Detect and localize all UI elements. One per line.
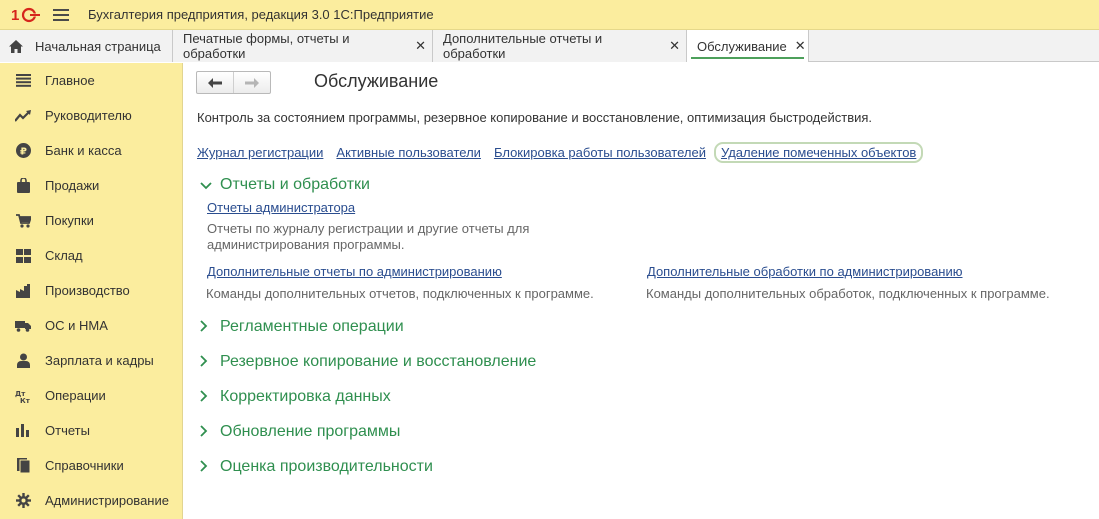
tab-home[interactable]: Начальная страница — [0, 30, 173, 62]
nav-buttons — [196, 71, 271, 94]
svg-text:1: 1 — [11, 7, 19, 23]
sidebar-item-label: Банк и касса — [45, 143, 122, 158]
top-links: Журнал регистрации Активные пользователи… — [197, 142, 936, 163]
tab-print-forms[interactable]: Печатные формы, отчеты и обработки ✕ — [173, 30, 433, 62]
group-reports-header[interactable]: Отчеты и обработки — [200, 176, 370, 194]
svg-text:₽: ₽ — [20, 147, 27, 158]
home-icon — [9, 39, 23, 53]
additional-reports-link[interactable]: Дополнительные отчеты по администрирован… — [207, 264, 502, 279]
close-icon[interactable]: ✕ — [415, 38, 426, 54]
chevron-right-icon — [200, 354, 214, 370]
sidebar-item-salary[interactable]: Зарплата и кадры — [0, 343, 182, 378]
menu-lines-icon — [15, 73, 31, 89]
group-backup-restore[interactable]: Резервное копирование и восстановление — [200, 353, 536, 371]
tab-label: Дополнительные отчеты и обработки — [443, 31, 603, 61]
group-program-update[interactable]: Обновление программы — [200, 423, 400, 441]
additional-reports-description: Команды дополнительных отчетов, подключе… — [206, 286, 594, 301]
shopping-bag-icon — [15, 178, 31, 194]
sidebar-item-label: Продажи — [45, 178, 100, 193]
app-title: Бухгалтерия предприятия, редакция 3.0 1С… — [88, 7, 434, 22]
cart-icon — [15, 213, 31, 229]
group-performance-evaluation[interactable]: Оценка производительности — [200, 458, 433, 476]
group-title: Отчеты и обработки — [220, 176, 370, 193]
svg-text:Кт: Кт — [20, 397, 31, 403]
event-log-link[interactable]: Журнал регистрации — [197, 145, 323, 160]
truck-icon — [15, 318, 31, 334]
main-content: Обслуживание Контроль за состоянием прог… — [184, 63, 1099, 519]
gear-icon — [15, 493, 31, 509]
sidebar: Главное Руководителю ₽ Банк и касса Прод… — [0, 63, 183, 519]
title-bar: 1 Бухгалтерия предприятия, редакция 3.0 … — [0, 0, 1099, 30]
sidebar-item-label: Производство — [45, 283, 130, 298]
forward-button[interactable] — [233, 72, 270, 93]
group-title: Обновление программы — [220, 423, 401, 440]
ruble-coin-icon: ₽ — [15, 143, 31, 159]
tab-label: Начальная страница — [35, 38, 161, 54]
sidebar-item-warehouse[interactable]: Склад — [0, 238, 182, 273]
sidebar-item-assets[interactable]: ОС и НМА — [0, 308, 182, 343]
group-title: Резервное копирование и восстановление — [220, 353, 537, 370]
sidebar-item-label: Справочники — [45, 458, 124, 473]
tab-label: Печатные формы, отчеты и обработки — [183, 31, 350, 61]
page-description: Контроль за состоянием программы, резерв… — [197, 110, 873, 125]
group-title: Корректировка данных — [220, 388, 391, 405]
chevron-right-icon — [200, 459, 214, 475]
chevron-right-icon — [200, 424, 214, 440]
user-lock-link[interactable]: Блокировка работы пользователей — [494, 145, 706, 160]
trend-icon — [15, 108, 31, 124]
sidebar-item-purchases[interactable]: Покупки — [0, 203, 182, 238]
tab-bar: Начальная страница Печатные формы, отчет… — [0, 30, 1099, 62]
sidebar-item-bank[interactable]: ₽ Банк и касса — [0, 133, 182, 168]
tab-label: Обслуживание — [697, 38, 787, 54]
sidebar-item-sales[interactable]: Продажи — [0, 168, 182, 203]
sidebar-item-label: Главное — [45, 73, 95, 88]
bar-chart-icon — [15, 423, 31, 439]
sidebar-item-label: Покупки — [45, 213, 94, 228]
sidebar-item-label: Операции — [45, 388, 106, 403]
chevron-down-icon — [200, 178, 214, 193]
sidebar-item-label: Склад — [45, 248, 83, 263]
back-button[interactable] — [197, 72, 233, 93]
additional-processing-link[interactable]: Дополнительные обработки по администриро… — [647, 264, 963, 279]
sidebar-item-manager[interactable]: Руководителю — [0, 98, 182, 133]
active-users-link[interactable]: Активные пользователи — [336, 145, 481, 160]
1c-logo[interactable]: 1 — [11, 7, 43, 23]
admin-reports-description: Отчеты по журналу регистрации и другие о… — [207, 221, 530, 252]
dt-kt-icon: Дт Кт — [15, 388, 31, 404]
group-scheduled-operations[interactable]: Регламентные операции — [200, 318, 404, 336]
sidebar-item-operations[interactable]: Дт Кт Операции — [0, 378, 182, 413]
group-data-correction[interactable]: Корректировка данных — [200, 388, 391, 406]
sidebar-item-label: Руководителю — [45, 108, 132, 123]
sidebar-item-main[interactable]: Главное — [0, 63, 182, 98]
close-icon[interactable]: ✕ — [669, 38, 680, 54]
group-title: Регламентные операции — [220, 318, 404, 335]
sidebar-item-administration[interactable]: Администрирование — [0, 483, 182, 518]
arrow-right-icon — [245, 77, 259, 88]
sidebar-item-directories[interactable]: Справочники — [0, 448, 182, 483]
factory-icon — [15, 283, 31, 299]
chevron-right-icon — [200, 319, 214, 335]
warehouse-grid-icon — [15, 248, 31, 264]
person-icon — [15, 353, 31, 369]
tab-maintenance[interactable]: Обслуживание ✕ — [687, 30, 809, 62]
sidebar-item-production[interactable]: Производство — [0, 273, 182, 308]
main-menu-icon[interactable] — [53, 8, 69, 22]
arrow-left-icon — [208, 77, 222, 88]
tab-additional-reports[interactable]: Дополнительные отчеты и обработки ✕ — [433, 30, 687, 62]
sidebar-item-reports[interactable]: Отчеты — [0, 413, 182, 448]
sidebar-item-label: Администрирование — [45, 493, 169, 508]
additional-processing-description: Команды дополнительных обработок, подклю… — [646, 286, 1050, 301]
sidebar-item-label: Зарплата и кадры — [45, 353, 154, 368]
sidebar-item-label: ОС и НМА — [45, 318, 108, 333]
close-icon[interactable]: ✕ — [795, 38, 806, 54]
page-title: Обслуживание — [314, 71, 439, 91]
books-icon — [15, 458, 31, 474]
group-title: Оценка производительности — [220, 458, 433, 475]
admin-reports-link[interactable]: Отчеты администратора — [207, 200, 355, 215]
delete-marked-objects-link[interactable]: Удаление помеченных объектов — [713, 142, 924, 163]
sidebar-item-label: Отчеты — [45, 423, 90, 438]
chevron-right-icon — [200, 389, 214, 405]
